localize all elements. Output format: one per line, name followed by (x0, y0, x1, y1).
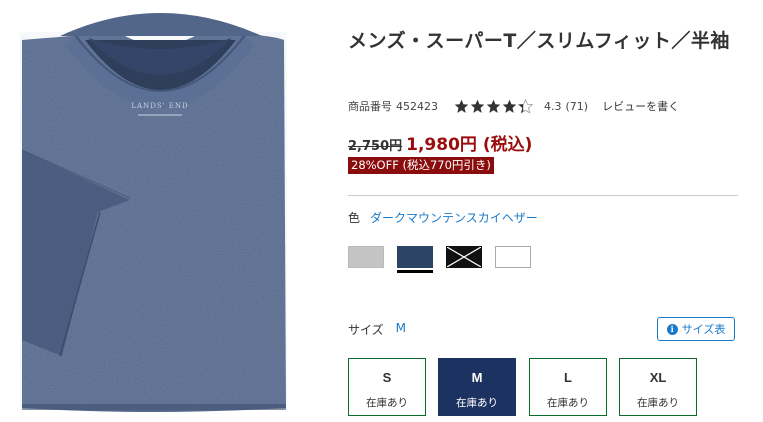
product-title: メンズ・スーパーT／スリムフィット／半袖 (348, 30, 730, 52)
sale-price: 1,980円 (税込) (406, 135, 533, 155)
half-star-icon (518, 98, 533, 114)
price-row: 2,750円 1,980円 (税込) (348, 130, 532, 155)
color-swatch-gray[interactable] (348, 246, 384, 268)
selected-swatch-indicator (397, 270, 433, 273)
size-chart-label: サイズ表 (681, 323, 726, 336)
size-option-l[interactable]: L 在庫あり (529, 358, 607, 416)
size-option-s[interactable]: S 在庫あり (348, 358, 426, 416)
sku-number: 452423 (396, 99, 438, 113)
product-image[interactable]: LANDS' END (0, 0, 305, 422)
review-count[interactable]: (71) (566, 100, 589, 113)
size-label: サイズ (348, 323, 384, 337)
size-option-stock: 在庫あり (547, 397, 589, 409)
size-option-name: L (564, 370, 572, 385)
sku-label: 商品番号 (348, 100, 392, 113)
size-chart-button[interactable]: i サイズ表 (657, 317, 735, 341)
star-icon (470, 99, 485, 113)
color-label: 色 (348, 211, 361, 225)
size-option-stock: 在庫あり (456, 397, 498, 409)
star-icon (502, 99, 517, 113)
size-option-name: S (382, 370, 392, 385)
unavailable-cross-icon (446, 246, 482, 268)
color-swatch-white[interactable] (495, 246, 531, 268)
rating-stars[interactable] (454, 98, 534, 114)
size-option-xl[interactable]: XL 在庫あり (619, 358, 697, 416)
info-icon: i (666, 323, 678, 335)
star-icon (486, 99, 501, 113)
color-swatch-black-unavailable[interactable] (446, 246, 482, 268)
size-option-stock: 在庫あり (366, 397, 408, 409)
size-option-stock: 在庫あり (637, 397, 679, 409)
write-review-link[interactable]: レビューを書く (602, 98, 679, 114)
color-row: 色 ダークマウンテンスカイヘザー (348, 209, 538, 226)
size-option-m-selected[interactable]: M 在庫あり (438, 358, 516, 416)
color-swatch-navy-selected[interactable] (397, 246, 433, 268)
size-option-name: M (471, 370, 483, 385)
size-option-name: XL (649, 370, 667, 385)
selected-color-name: ダークマウンテンスカイヘザー (370, 211, 538, 225)
original-price: 2,750円 (348, 139, 403, 154)
divider (348, 195, 738, 196)
product-meta: 商品番号 452423 4.3 (71) レビューを書く (348, 96, 679, 116)
size-row: サイズ M (348, 321, 406, 338)
discount-badge: 28%OFF (税込770円引き) (348, 157, 494, 174)
shirt-brand-label: LANDS' END (131, 102, 188, 110)
selected-size-value: M (395, 321, 406, 335)
star-icon (454, 99, 469, 113)
rating-value: 4.3 (544, 99, 562, 113)
